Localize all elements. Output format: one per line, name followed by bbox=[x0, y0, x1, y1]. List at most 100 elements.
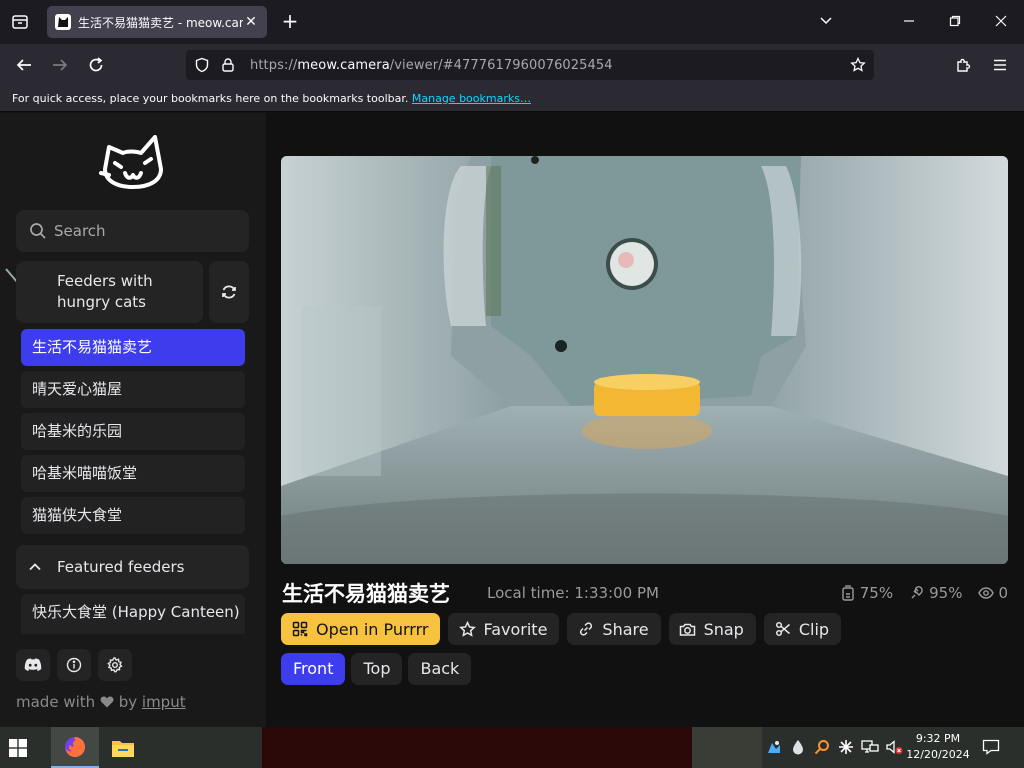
clock-date: 12/20/2024 bbox=[906, 748, 970, 761]
open-in-purrrr-label: Open in Purrrr bbox=[316, 619, 429, 639]
share-button[interactable]: Share bbox=[567, 613, 661, 645]
battery-plug-icon bbox=[909, 585, 925, 601]
extensions-puzzle-icon[interactable] bbox=[950, 52, 978, 78]
system-tray bbox=[765, 737, 903, 757]
shield-icon[interactable] bbox=[192, 55, 212, 75]
qr-code-icon bbox=[291, 620, 309, 638]
volume-muted-icon[interactable] bbox=[885, 737, 903, 757]
bookmark-star-icon[interactable] bbox=[848, 55, 868, 75]
settings-gear-icon[interactable] bbox=[98, 649, 132, 681]
battery-level: 95% bbox=[929, 584, 963, 602]
windows-start-icon[interactable] bbox=[6, 736, 30, 760]
open-in-purrrr-button[interactable]: Open in Purrrr bbox=[281, 613, 441, 645]
tab-title: 生活不易猫猫卖艺 - meow.camera bbox=[78, 15, 243, 30]
featured-feeder-item[interactable]: 快乐大食堂 (Happy Canteen) bbox=[21, 594, 245, 634]
tab-list-icon[interactable] bbox=[6, 10, 34, 34]
manage-bookmarks-link[interactable]: Manage bookmarks… bbox=[412, 92, 531, 105]
sidebar: Search Feeders with hungry cats 生活不易猫猫卖艺… bbox=[0, 113, 266, 727]
camera-feed[interactable] bbox=[281, 156, 1008, 564]
new-tab-button[interactable]: + bbox=[278, 8, 302, 36]
navigation-toolbar: https://meow.camera/viewer/#477761796007… bbox=[0, 44, 1024, 86]
network-icon[interactable] bbox=[861, 737, 879, 757]
forward-arrow-icon[interactable] bbox=[46, 52, 74, 78]
eye-icon bbox=[978, 585, 995, 601]
feeder-stats: 75% 95% 0 bbox=[840, 584, 1008, 602]
feeder-item[interactable]: 哈基米的乐园 bbox=[21, 413, 245, 450]
scissors-icon bbox=[774, 620, 792, 638]
url-path: /viewer/#4777617960076025454 bbox=[389, 57, 613, 73]
asterisk-tray-icon[interactable] bbox=[837, 737, 855, 757]
hamburger-menu-icon[interactable] bbox=[986, 52, 1014, 78]
share-label: Share bbox=[602, 619, 649, 639]
search-input[interactable]: Search bbox=[16, 210, 249, 252]
tab-overflow-chevron-icon[interactable] bbox=[812, 8, 840, 36]
local-time: Local time: 1:33:00 PM bbox=[487, 584, 659, 602]
snap-button[interactable]: Snap bbox=[668, 613, 756, 645]
snap-label: Snap bbox=[703, 619, 744, 639]
meow-camera-logo-icon[interactable] bbox=[97, 129, 169, 193]
tab-bar: 生活不易猫猫卖艺 - meow.camera ✕ + bbox=[0, 0, 1024, 44]
back-arrow-icon[interactable] bbox=[10, 52, 38, 78]
droplet-icon[interactable] bbox=[789, 737, 807, 757]
taskbar-wallpaper-strip bbox=[262, 727, 692, 768]
view-top-button[interactable]: Top bbox=[351, 653, 403, 685]
close-tab-icon[interactable]: ✕ bbox=[243, 14, 259, 30]
action-buttons: Open in Purrrr Favorite Share Snap Clip bbox=[281, 613, 842, 645]
view-back-button[interactable]: Back bbox=[408, 653, 472, 685]
tray-app-icon[interactable] bbox=[765, 737, 783, 757]
feeder-item[interactable]: 哈基米喵喵饭堂 bbox=[21, 455, 245, 492]
close-window-icon[interactable] bbox=[987, 8, 1015, 36]
made-with-credit: made with by imput bbox=[16, 693, 186, 711]
made-with-text: made with bbox=[16, 693, 96, 711]
bookmarks-hint: For quick access, place your bookmarks h… bbox=[12, 92, 409, 105]
featured-feeders-toggle[interactable]: Featured feeders bbox=[16, 545, 249, 589]
taskbar-wallpaper-strip bbox=[692, 727, 762, 768]
url-scheme: https:// bbox=[250, 57, 298, 73]
magnifier-tray-icon[interactable] bbox=[813, 737, 831, 757]
food-container-icon bbox=[840, 585, 856, 601]
made-with-by: by bbox=[118, 693, 138, 711]
favorite-label: Favorite bbox=[483, 619, 548, 639]
link-icon bbox=[577, 620, 595, 638]
refresh-button[interactable] bbox=[209, 261, 249, 323]
feeder-item[interactable]: 生活不易猫猫卖艺 bbox=[21, 329, 245, 366]
feeder-item[interactable]: 猫猫侠大食堂 bbox=[21, 497, 245, 534]
feeder-item[interactable]: 晴天爱心猫屋 bbox=[21, 371, 245, 408]
view-front-button[interactable]: Front bbox=[281, 653, 346, 685]
sidebar-footer-icons bbox=[16, 649, 132, 681]
lock-icon[interactable] bbox=[218, 55, 238, 75]
discord-icon[interactable] bbox=[16, 649, 50, 681]
reload-icon[interactable] bbox=[82, 52, 110, 78]
search-placeholder: Search bbox=[54, 222, 106, 240]
clip-button[interactable]: Clip bbox=[763, 613, 842, 645]
meow-favicon-icon bbox=[55, 14, 71, 30]
search-icon bbox=[28, 221, 48, 241]
page-content: Search Feeders with hungry cats 生活不易猫猫卖艺… bbox=[0, 113, 1024, 727]
camera-title: 生活不易猫猫卖艺 bbox=[282, 582, 450, 606]
address-bar[interactable]: https://meow.camera/viewer/#477761796007… bbox=[186, 50, 874, 80]
featured-feeders-title: Featured feeders bbox=[57, 558, 185, 576]
url-text: https://meow.camera/viewer/#477761796007… bbox=[250, 58, 613, 73]
camera-icon bbox=[679, 620, 697, 638]
restore-icon[interactable] bbox=[941, 8, 969, 36]
file-explorer-taskbar-icon[interactable] bbox=[99, 727, 147, 768]
url-host: meow.camera bbox=[297, 57, 390, 73]
info-icon[interactable] bbox=[57, 649, 91, 681]
taskbar-clock[interactable]: 9:32 PM 12/20/2024 bbox=[904, 731, 972, 763]
food-level: 75% bbox=[859, 584, 894, 602]
favorite-button[interactable]: Favorite bbox=[448, 613, 560, 645]
heart-icon bbox=[100, 696, 114, 708]
minimize-icon[interactable] bbox=[895, 8, 923, 36]
active-tab[interactable]: 生活不易猫猫卖艺 - meow.camera ✕ bbox=[47, 6, 267, 38]
imput-link[interactable]: imput bbox=[142, 693, 186, 711]
refresh-icon bbox=[222, 285, 236, 299]
chevron-up-icon bbox=[28, 560, 46, 574]
section-feeders-hungry-cats[interactable]: Feeders with hungry cats bbox=[16, 261, 203, 323]
star-icon bbox=[458, 620, 476, 638]
clip-label: Clip bbox=[798, 619, 830, 639]
viewer-count: 0 bbox=[998, 584, 1008, 602]
firefox-taskbar-icon[interactable] bbox=[51, 727, 99, 768]
clock-time: 9:32 PM bbox=[915, 732, 961, 745]
notification-center-icon[interactable] bbox=[980, 737, 1002, 757]
bookmarks-toolbar: For quick access, place your bookmarks h… bbox=[0, 86, 1024, 112]
